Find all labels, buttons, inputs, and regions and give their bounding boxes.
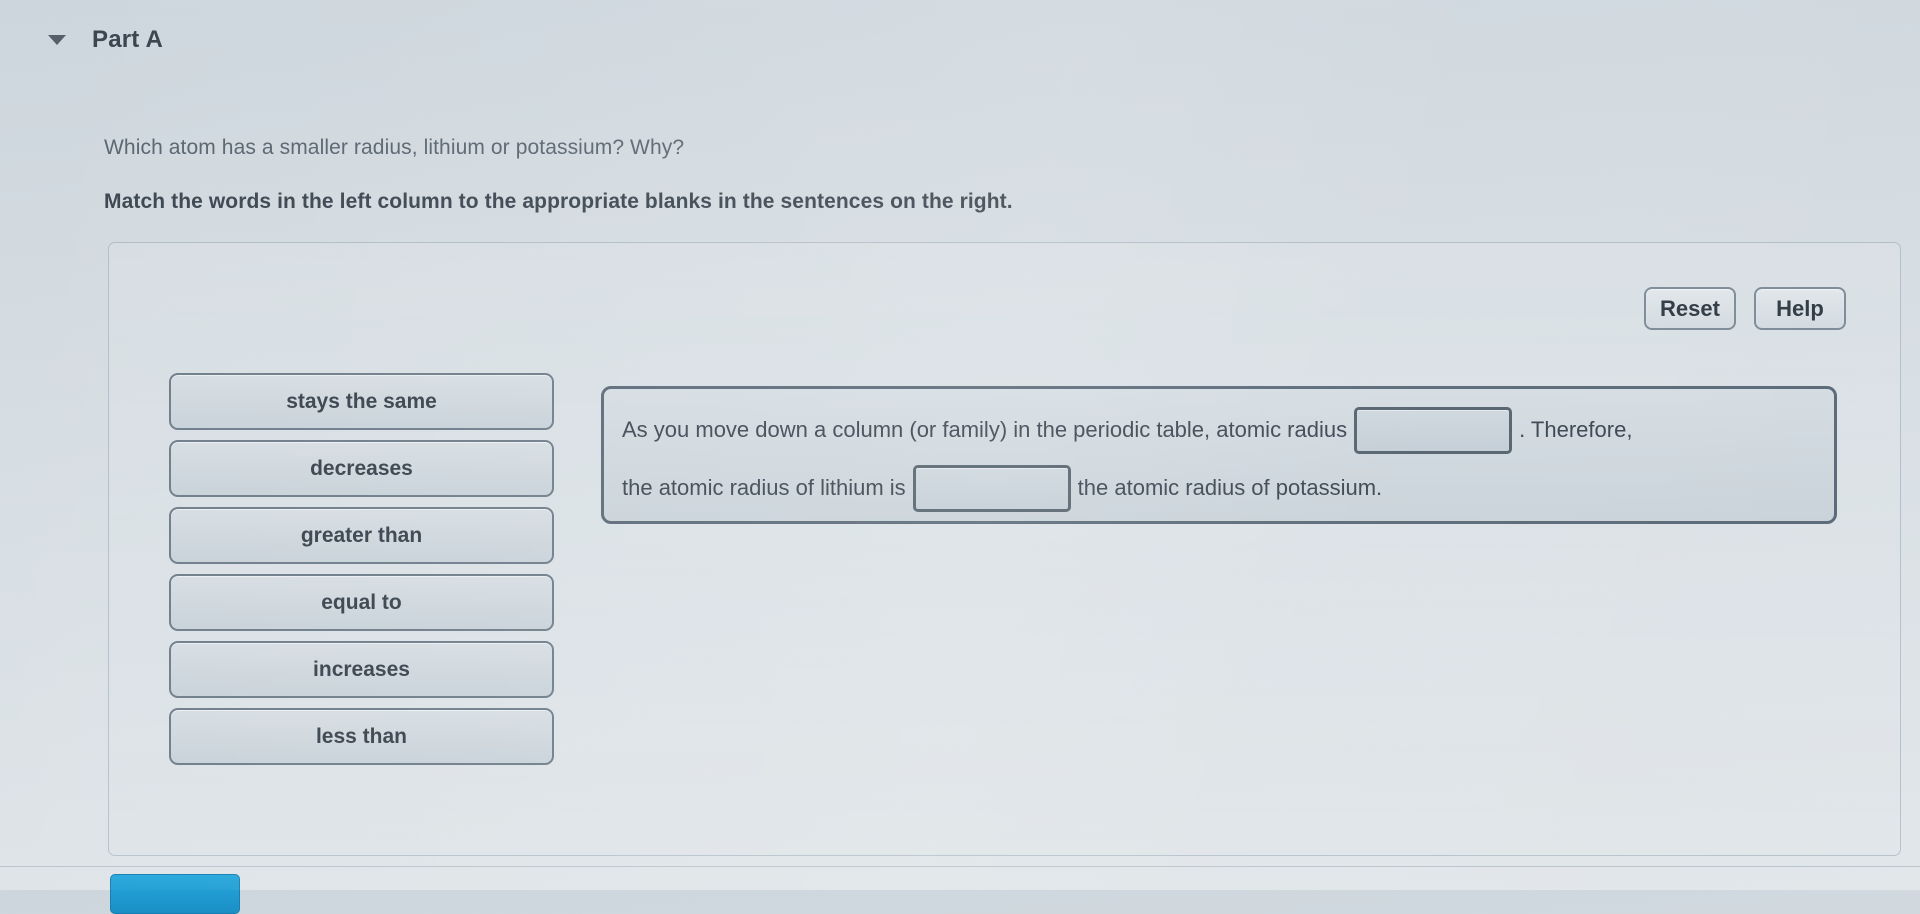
word-tile[interactable]: less than [169, 708, 554, 765]
sentence-box: As you move down a column (or family) in… [601, 386, 1837, 524]
word-tile[interactable]: stays the same [169, 373, 554, 430]
question-prompt: Which atom has a smaller radius, lithium… [104, 136, 685, 159]
sentence-line-2: the atomic radius of lithium is the atom… [622, 459, 1812, 517]
reset-button[interactable]: Reset [1644, 287, 1736, 330]
sentence-text: As you move down a column (or family) in… [622, 417, 1348, 442]
drop-blank-1[interactable] [1354, 406, 1513, 454]
activity-panel: Reset Help stays the same decreases grea… [108, 242, 1901, 856]
page-divider [0, 866, 1920, 867]
sentence-text: . Therefore, [1519, 417, 1633, 442]
instruction-prompt: Match the words in the left column to th… [104, 190, 1013, 213]
sentence-text: the atomic radius of potassium. [1077, 475, 1383, 500]
page-title: Part A [92, 26, 163, 53]
word-tile[interactable]: increases [169, 641, 554, 698]
drop-blank-2[interactable] [912, 464, 1071, 512]
word-tile[interactable]: greater than [169, 507, 554, 564]
sentence-text: the atomic radius of lithium is [622, 475, 906, 500]
word-tile[interactable]: decreases [169, 440, 554, 497]
help-button[interactable]: Help [1754, 287, 1846, 330]
sentence-line-1: As you move down a column (or family) in… [622, 401, 1812, 459]
word-tile[interactable]: equal to [169, 574, 554, 631]
part-header[interactable]: Part A [48, 26, 163, 54]
panel-toolbar: Reset Help [1644, 287, 1846, 330]
submit-button[interactable] [110, 874, 240, 914]
triangle-down-icon[interactable] [48, 35, 66, 45]
word-bank: stays the same decreases greater than eq… [169, 373, 554, 765]
